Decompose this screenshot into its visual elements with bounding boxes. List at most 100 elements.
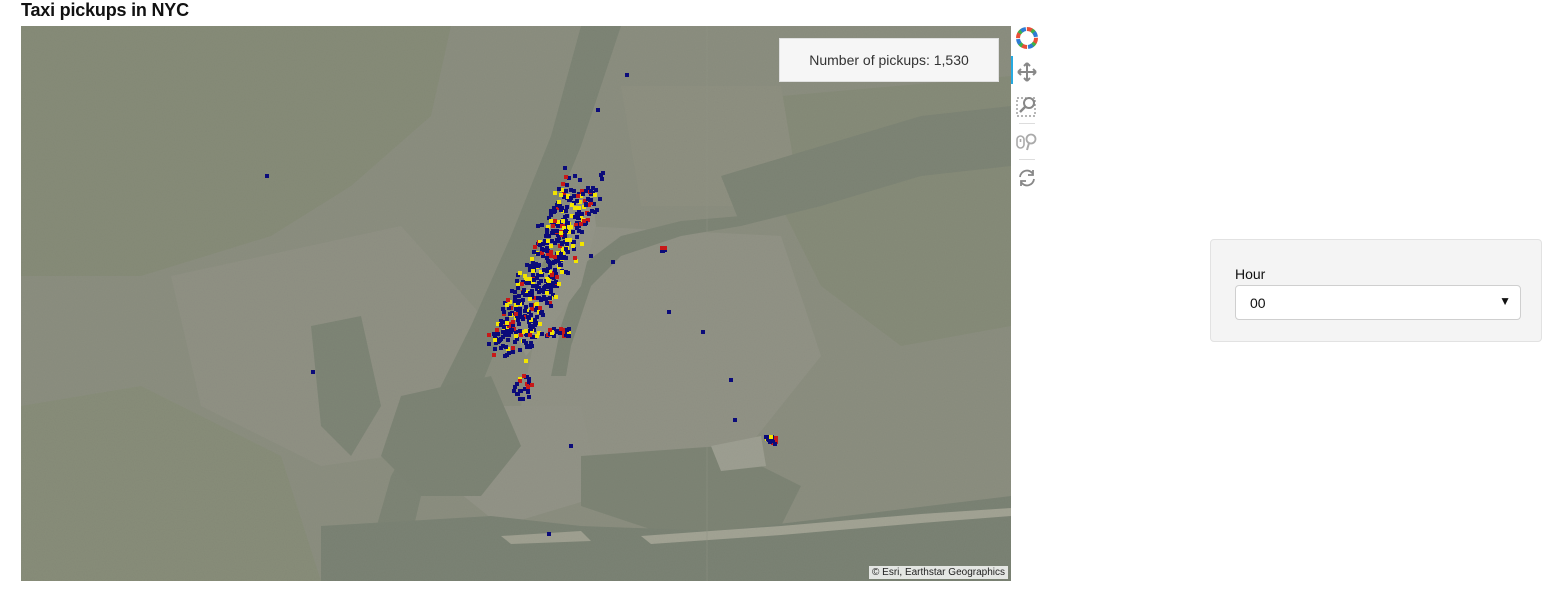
pickup-point <box>564 209 568 213</box>
pickup-point <box>506 338 510 342</box>
pickup-point <box>600 177 604 181</box>
pickup-point <box>518 329 522 333</box>
pickup-point <box>564 247 568 251</box>
pickup-point <box>769 435 773 439</box>
pickup-point <box>495 328 499 332</box>
pickup-point <box>493 347 497 351</box>
pickup-point <box>522 374 526 378</box>
pickup-point <box>517 294 521 298</box>
pickup-point <box>529 303 533 307</box>
pickup-point <box>540 223 544 227</box>
pickup-point <box>550 273 554 277</box>
pickup-point <box>487 333 491 337</box>
pickup-point <box>535 302 539 306</box>
pickup-point <box>537 263 541 267</box>
pickup-point <box>565 205 569 209</box>
map-attribution: © Esri, Earthstar Geographics <box>869 566 1008 579</box>
pickup-point <box>505 353 509 357</box>
pickup-count-box: Number of pickups: 1,530 <box>779 38 999 82</box>
pickup-point <box>556 224 560 228</box>
pickup-point <box>531 273 535 277</box>
pickup-point <box>511 346 515 350</box>
pickup-point <box>559 252 563 256</box>
pickup-point <box>553 191 557 195</box>
pickup-point <box>530 257 534 261</box>
pickup-point <box>660 246 664 250</box>
pickup-point <box>575 199 579 203</box>
pickup-point <box>502 310 506 314</box>
pickup-point <box>513 290 517 294</box>
chevron-down-icon: ▼ <box>1499 294 1511 308</box>
pickup-point <box>525 345 529 349</box>
pickup-point <box>527 293 531 297</box>
pickup-point <box>513 295 517 299</box>
pickup-point <box>580 242 584 246</box>
pickup-point <box>548 264 552 268</box>
hour-select[interactable]: 00 ▼ <box>1235 285 1521 320</box>
pickup-point <box>545 246 549 250</box>
bokeh-logo-icon[interactable] <box>1015 26 1039 50</box>
pickup-point <box>498 338 502 342</box>
pickup-point <box>547 234 551 238</box>
wheel-zoom-tool-icon[interactable] <box>1015 130 1039 154</box>
pickup-point <box>547 260 551 264</box>
box-zoom-tool-icon[interactable] <box>1015 94 1039 118</box>
pickup-point <box>559 231 563 235</box>
pickup-point <box>567 334 571 338</box>
pickup-point <box>535 334 539 338</box>
pickup-point <box>492 353 496 357</box>
pickup-point <box>553 255 557 259</box>
pickup-point <box>536 252 540 256</box>
pickup-point <box>530 383 534 387</box>
pickup-point <box>556 239 560 243</box>
pickup-point <box>594 188 598 192</box>
pickup-point <box>578 178 582 182</box>
pickup-point <box>528 264 532 268</box>
pickup-point <box>589 189 593 193</box>
pickup-point <box>571 244 575 248</box>
pickup-point <box>493 334 497 338</box>
pickup-point <box>548 328 552 332</box>
pickup-point <box>518 311 522 315</box>
pickup-point <box>552 210 556 214</box>
pickup-point <box>539 311 543 315</box>
pickup-point <box>553 219 557 223</box>
pickup-point <box>553 260 557 264</box>
pickup-point <box>764 435 768 439</box>
pickup-point <box>524 341 528 345</box>
reset-tool-icon[interactable] <box>1015 166 1039 190</box>
pickup-point <box>527 316 531 320</box>
pickup-point <box>538 306 542 310</box>
map-plot[interactable]: Number of pickups: 1,530 © Esri, Earthst… <box>21 26 1011 581</box>
pickup-point <box>536 224 540 228</box>
pickup-point <box>545 269 549 273</box>
pickup-point <box>546 239 550 243</box>
pickup-point <box>528 277 532 281</box>
pickup-point <box>521 298 525 302</box>
hour-label: Hour <box>1235 266 1266 282</box>
pickup-point <box>625 73 629 77</box>
hour-widget-panel: Hour 00 ▼ <box>1210 239 1542 342</box>
pickup-point <box>575 226 579 230</box>
pickup-point <box>531 284 535 288</box>
toolbar-divider <box>1019 123 1035 124</box>
pickup-point <box>524 359 528 363</box>
pickup-point <box>599 173 603 177</box>
pickup-point <box>493 338 497 342</box>
pickup-point <box>521 397 525 401</box>
pickup-point <box>523 293 527 297</box>
pickup-point <box>564 175 568 179</box>
pickup-point <box>598 197 602 201</box>
pickup-point <box>509 330 513 334</box>
pickup-point <box>514 334 518 338</box>
pickup-point <box>532 278 536 282</box>
pickup-point <box>501 330 505 334</box>
pickup-point <box>514 307 518 311</box>
pickup-point <box>511 320 515 324</box>
pan-tool-icon[interactable] <box>1015 60 1039 84</box>
pickup-point <box>553 268 557 272</box>
pickup-point <box>773 442 777 446</box>
pickup-point <box>532 250 536 254</box>
pickup-point <box>516 286 520 290</box>
pickup-point <box>701 330 705 334</box>
